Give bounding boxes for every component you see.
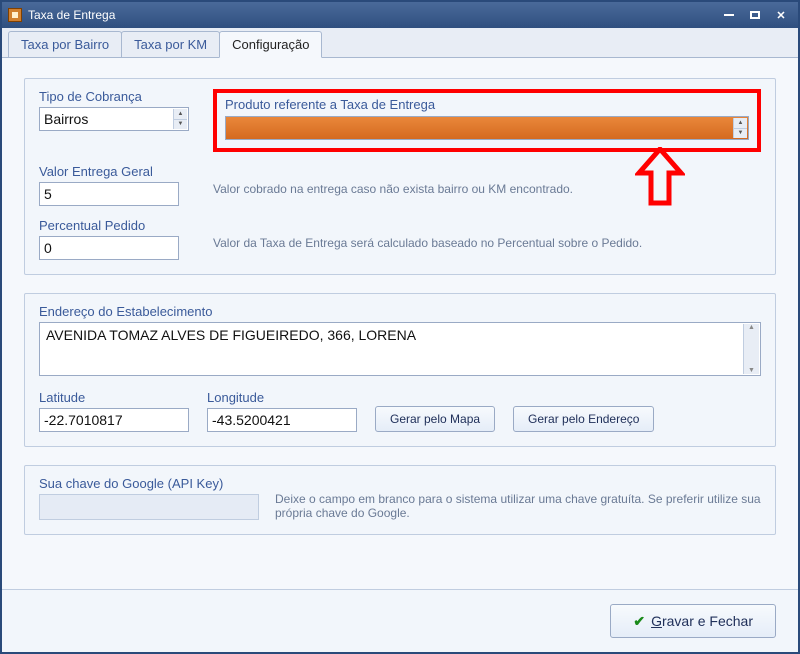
endereco-textarea[interactable]: AVENIDA TOMAZ ALVES DE FIGUEIREDO, 366, … bbox=[39, 322, 761, 376]
api-key-input[interactable] bbox=[39, 494, 259, 520]
latitude-value: -22.7010817 bbox=[44, 412, 123, 428]
api-key-hint: Deixe o campo em branco para o sistema u… bbox=[275, 476, 761, 520]
spinner-icon[interactable] bbox=[173, 109, 187, 129]
longitude-label: Longitude bbox=[207, 390, 357, 405]
tabstrip: Taxa por Bairro Taxa por KM Configuração bbox=[2, 28, 798, 58]
minimize-button[interactable] bbox=[718, 7, 740, 23]
titlebar: Taxa de Entrega bbox=[2, 2, 798, 28]
gravar-e-fechar-button[interactable]: ✔ Gravar e Fechar bbox=[610, 604, 776, 638]
percentual-label: Percentual Pedido bbox=[39, 218, 189, 233]
percentual-value: 0 bbox=[44, 240, 52, 256]
tab-configuracao[interactable]: Configuração bbox=[219, 31, 322, 58]
scrollbar[interactable]: ▲▼ bbox=[743, 324, 759, 374]
highlight-annotation: Produto referente a Taxa de Entrega bbox=[213, 89, 761, 152]
tipo-cobranca-value: Bairros bbox=[44, 111, 88, 127]
window-controls bbox=[718, 7, 792, 23]
tab-taxa-por-km[interactable]: Taxa por KM bbox=[121, 31, 220, 57]
gerar-pelo-endereco-button[interactable]: Gerar pelo Endereço bbox=[513, 406, 654, 432]
tab-taxa-por-bairro[interactable]: Taxa por Bairro bbox=[8, 31, 122, 57]
arrow-annotation-icon bbox=[635, 147, 685, 209]
valor-entrega-value: 5 bbox=[44, 186, 52, 202]
save-button-mnemonic: G bbox=[651, 613, 662, 629]
api-key-label: Sua chave do Google (API Key) bbox=[39, 476, 259, 491]
save-button-rest: ravar e Fechar bbox=[662, 613, 753, 629]
window-title: Taxa de Entrega bbox=[28, 8, 718, 22]
percentual-hint: Valor da Taxa de Entrega será calculado … bbox=[213, 218, 642, 250]
gerar-pelo-mapa-button[interactable]: Gerar pelo Mapa bbox=[375, 406, 495, 432]
spinner-icon[interactable] bbox=[733, 118, 747, 138]
endereco-label: Endereço do Estabelecimento bbox=[39, 304, 761, 319]
percentual-input[interactable]: 0 bbox=[39, 236, 179, 260]
check-icon: ✔ bbox=[633, 613, 645, 630]
tab-content-configuracao: Tipo de Cobrança Bairros Produto referen… bbox=[2, 58, 798, 589]
maximize-button[interactable] bbox=[744, 7, 766, 23]
produto-combo[interactable] bbox=[225, 116, 749, 140]
longitude-value: -43.5200421 bbox=[212, 412, 291, 428]
latitude-label: Latitude bbox=[39, 390, 189, 405]
tipo-cobranca-label: Tipo de Cobrança bbox=[39, 89, 189, 104]
group-endereco: Endereço do Estabelecimento AVENIDA TOMA… bbox=[24, 293, 776, 447]
close-button[interactable] bbox=[770, 7, 792, 23]
produto-label: Produto referente a Taxa de Entrega bbox=[225, 97, 749, 112]
valor-entrega-hint: Valor cobrado na entrega caso não exista… bbox=[213, 164, 573, 196]
footer: ✔ Gravar e Fechar bbox=[2, 589, 798, 652]
app-icon bbox=[8, 8, 22, 22]
group-cobranca: Tipo de Cobrança Bairros Produto referen… bbox=[24, 78, 776, 275]
group-api-key: Sua chave do Google (API Key) Deixe o ca… bbox=[24, 465, 776, 535]
tipo-cobranca-combo[interactable]: Bairros bbox=[39, 107, 189, 131]
valor-entrega-label: Valor Entrega Geral bbox=[39, 164, 189, 179]
endereco-value: AVENIDA TOMAZ ALVES DE FIGUEIREDO, 366, … bbox=[46, 327, 416, 343]
valor-entrega-input[interactable]: 5 bbox=[39, 182, 179, 206]
latitude-input[interactable]: -22.7010817 bbox=[39, 408, 189, 432]
longitude-input[interactable]: -43.5200421 bbox=[207, 408, 357, 432]
